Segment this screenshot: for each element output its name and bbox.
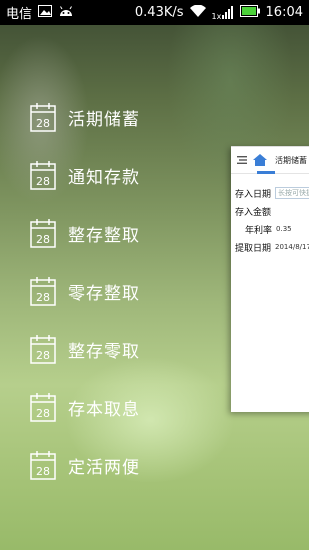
menu-item-principal-interest[interactable]: 28 存本取息 <box>0 378 200 436</box>
svg-text:28: 28 <box>36 291 50 304</box>
svg-text:28: 28 <box>36 465 50 478</box>
svg-text:28: 28 <box>36 175 50 188</box>
annual-rate-value: 0.35 <box>276 225 292 233</box>
home-icon[interactable] <box>253 154 267 166</box>
calendar-icon: 28 <box>30 335 56 364</box>
preview-title: 活期储蓄 <box>275 155 307 165</box>
wifi-icon <box>189 4 206 21</box>
menu-item-current-savings[interactable]: 28 活期储蓄 <box>0 88 200 146</box>
deposit-amount-label: 存入金额 <box>235 207 272 218</box>
menu-item-label: 整存整取 <box>68 225 140 246</box>
calendar-icon: 28 <box>30 393 56 422</box>
status-right: 0.43K/s 1x 16:04 <box>134 4 303 21</box>
deposit-amount-row: 存入金额 <box>231 202 309 220</box>
calendar-icon: 28 <box>30 219 56 248</box>
menu-item-notice-deposit[interactable]: 28 通知存款 <box>0 146 200 204</box>
deposit-date-row: 存入日期 长按可快捷 <box>231 184 309 202</box>
menu-item-label: 通知存款 <box>68 167 140 188</box>
calendar-icon: 28 <box>30 451 56 480</box>
content-preview-panel[interactable]: 活期储蓄 存入日期 长按可快捷 存入金额 年利率 0.35 提取日期 2014/… <box>231 146 309 412</box>
svg-text:28: 28 <box>36 233 50 246</box>
svg-text:28: 28 <box>36 407 50 420</box>
calendar-icon: 28 <box>30 161 56 190</box>
image-notification-icon <box>38 4 53 21</box>
svg-text:28: 28 <box>36 349 50 362</box>
network-speed: 0.43K/s <box>134 5 184 20</box>
preview-header: 活期储蓄 <box>231 147 309 174</box>
calendar-icon: 28 <box>30 103 56 132</box>
withdraw-date-value[interactable]: 2014/8/17 <box>275 243 309 251</box>
menu-item-lump-sum-installment-withdrawal[interactable]: 28 整存零取 <box>0 320 200 378</box>
calendar-icon: 28 <box>30 277 56 306</box>
carrier-label: 电信 <box>6 7 33 22</box>
menu-item-label: 定活两便 <box>68 457 140 478</box>
menu-item-label: 零存整取 <box>68 283 140 304</box>
deposit-date-field[interactable]: 长按可快捷 <box>275 187 309 199</box>
active-tab-indicator <box>257 171 275 174</box>
menu-item-lump-sum-deposit[interactable]: 28 整存整取 <box>0 204 200 262</box>
annual-rate-row: 年利率 0.35 <box>231 220 309 238</box>
clock: 16:04 <box>265 5 303 20</box>
menu-item-label: 活期储蓄 <box>68 109 140 130</box>
battery-icon <box>239 4 260 21</box>
side-menu: 28 活期储蓄 28 通知存款 28 整存整取 28 零存整取 28 整存零取 … <box>0 88 200 494</box>
menu-item-label: 存本取息 <box>68 399 140 420</box>
screen: 电信 0.43K/s 1x 16:04 28 活期储蓄 28 通知存款 28 整… <box>0 0 309 550</box>
svg-text:28: 28 <box>36 117 50 130</box>
menu-item-label: 整存零取 <box>68 341 140 362</box>
withdraw-date-label: 提取日期 <box>235 243 272 254</box>
menu-item-flexible-deposit[interactable]: 28 定活两便 <box>0 436 200 494</box>
menu-item-installment-deposit[interactable]: 28 零存整取 <box>0 262 200 320</box>
android-notification-icon <box>58 5 74 21</box>
menu-toggle-icon[interactable] <box>237 156 247 164</box>
status-bar: 电信 0.43K/s 1x 16:04 <box>0 0 309 25</box>
signal-icon: 1x <box>212 6 234 21</box>
annual-rate-label: 年利率 <box>245 225 273 236</box>
deposit-date-label: 存入日期 <box>235 189 272 200</box>
withdraw-date-row: 提取日期 2014/8/17 <box>231 238 309 256</box>
